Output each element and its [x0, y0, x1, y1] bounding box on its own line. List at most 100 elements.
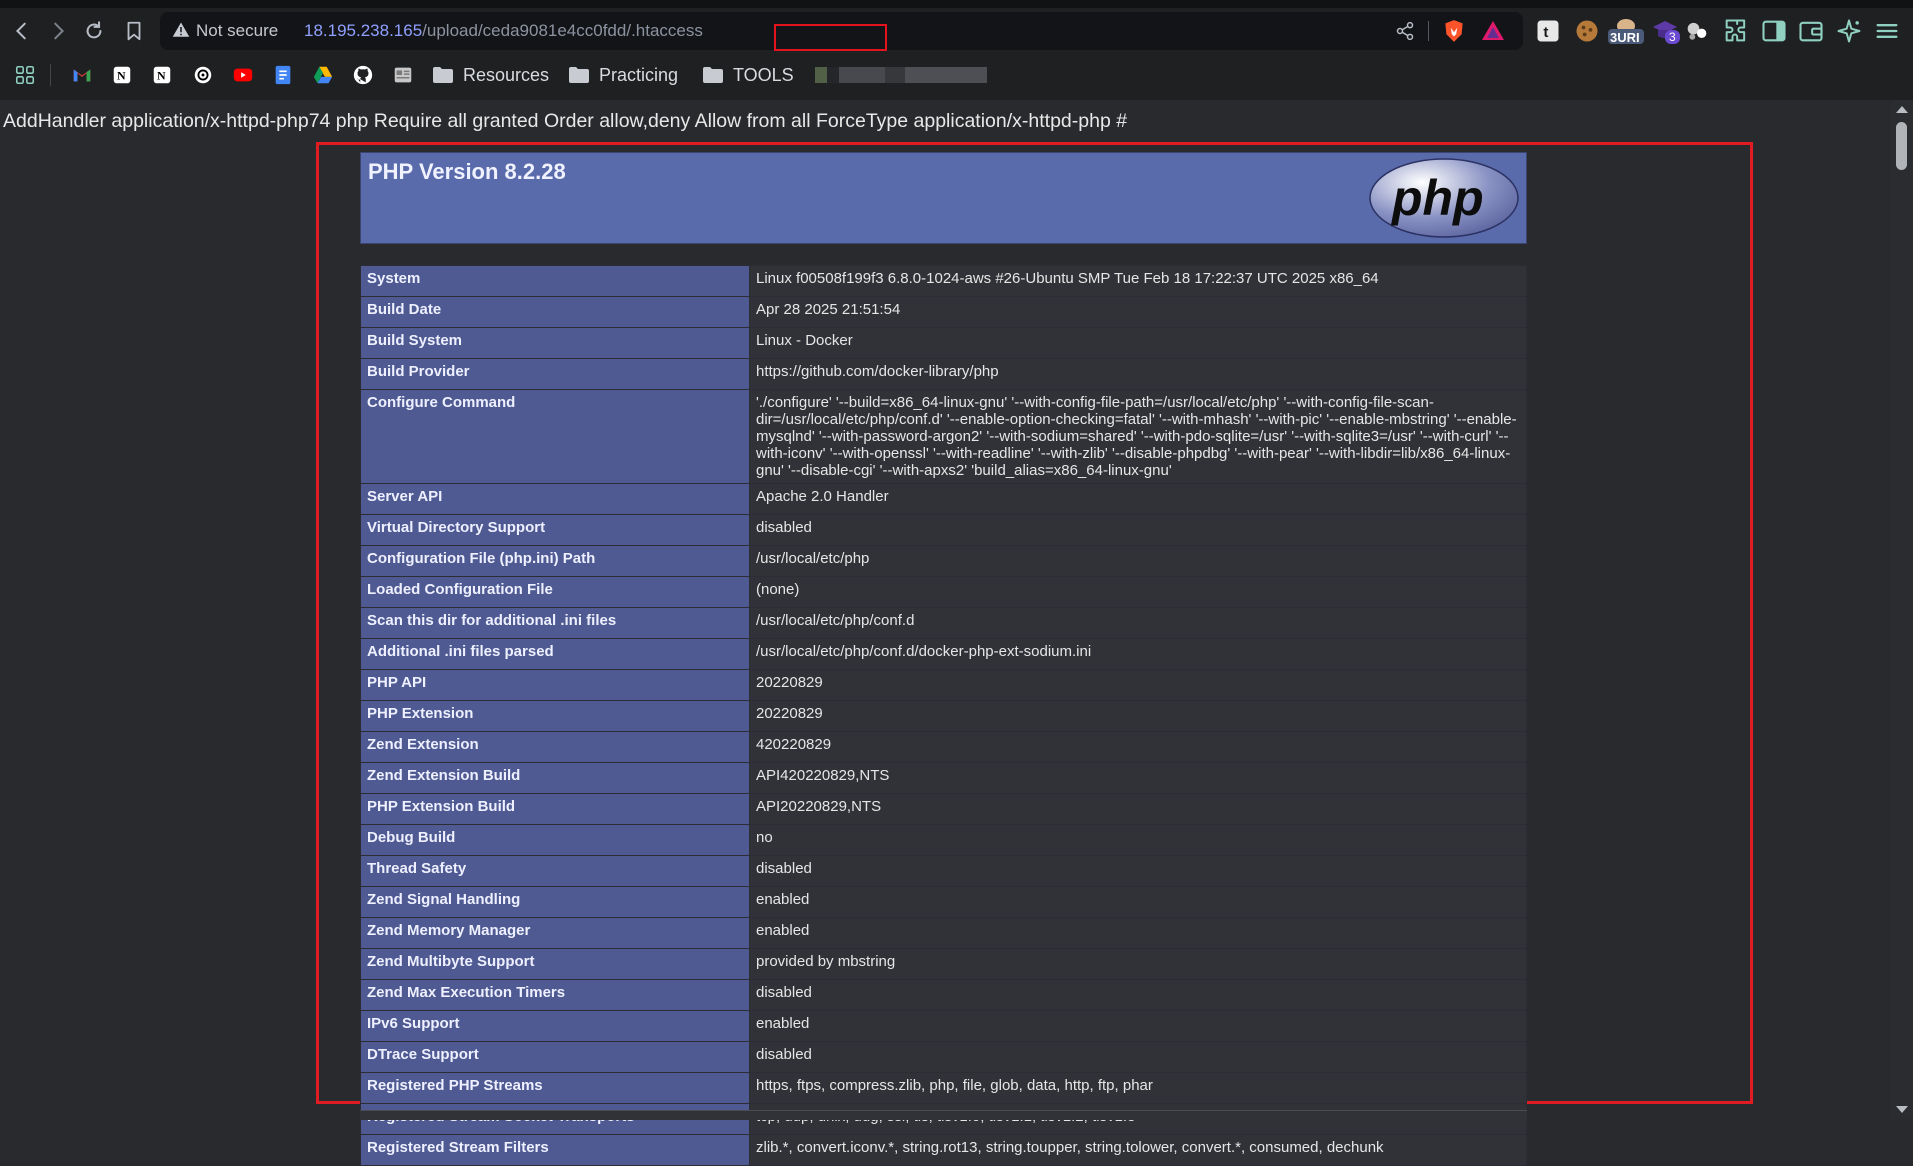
bookmark-folder-practicing[interactable]: Practicing: [569, 62, 678, 88]
menu-icon[interactable]: [1873, 17, 1901, 45]
row-value: API420220829,NTS: [749, 762, 1527, 794]
apps-grid-icon[interactable]: [14, 64, 36, 86]
security-indicator-label[interactable]: Not secure: [196, 21, 278, 41]
row-value: Linux f00508f199f3 6.8.0-1024-aws #26-Ub…: [749, 265, 1527, 297]
bubbles-extension-icon[interactable]: [1683, 17, 1711, 45]
reload-button[interactable]: [78, 15, 110, 47]
docs-icon[interactable]: [272, 64, 294, 86]
page-scrollbar[interactable]: [1891, 100, 1913, 1119]
address-bar[interactable]: Not secure 18.195.238.165/upload/ceda908…: [160, 12, 1523, 51]
row-key: Build System: [360, 327, 750, 359]
row-value: './configure' '--build=x86_64-linux-gnu'…: [749, 389, 1527, 484]
row-key: DTrace Support: [360, 1041, 750, 1073]
row-key: Thread Safety: [360, 855, 750, 887]
wallet-icon[interactable]: [1797, 17, 1825, 45]
warning-icon[interactable]: [172, 21, 190, 39]
scroll-down-arrow-icon[interactable]: [1896, 1106, 1908, 1113]
table-row: Registered Stream Filters zlib.*, convert…: [360, 1134, 1527, 1166]
row-value: /usr/local/etc/php/conf.d/docker-php-ext…: [749, 638, 1527, 670]
row-value: 20220829: [749, 700, 1527, 732]
row-key: Configure Command: [360, 389, 750, 484]
graduation-extension-icon[interactable]: 3: [1651, 17, 1680, 45]
table-row: Additional .ini files parsed/usr/local/e…: [360, 638, 1527, 670]
table-row: DTrace Support disabled: [360, 1041, 1527, 1073]
drive-icon[interactable]: [312, 64, 334, 86]
row-value: no: [749, 824, 1527, 856]
table-row: Thread Safety disabled: [360, 855, 1527, 887]
forward-button[interactable]: [42, 15, 74, 47]
row-key: Registered PHP Streams: [360, 1072, 750, 1104]
table-row: Build Provider https://github.com/docker-…: [360, 358, 1527, 390]
url-path: /upload/ceda9081e4cc0fdd/.htaccess: [422, 21, 703, 40]
row-value: Linux - Docker: [749, 327, 1527, 359]
folder-icon: [569, 67, 589, 83]
scroll-thumb[interactable]: [1896, 122, 1907, 170]
bookmark-button[interactable]: [118, 15, 150, 47]
puzzle-icon[interactable]: [1722, 17, 1750, 45]
github-icon[interactable]: [352, 64, 374, 86]
brave-shields-icon[interactable]: [1441, 18, 1467, 44]
bookmark-folder-resources[interactable]: Resources: [433, 62, 549, 88]
table-row: Loaded Configuration File (none): [360, 576, 1527, 608]
notion-alt-icon[interactable]: N: [151, 64, 173, 86]
row-value: enabled: [749, 886, 1527, 918]
phpinfo-table: System Linux f00508f199f3 6.8.0-1024-aws …: [360, 265, 1527, 1166]
table-row: Zend Extension Build API420220829,NTS: [360, 762, 1527, 794]
table-row: Configuration File (php.ini) Path/usr/lo…: [360, 545, 1527, 577]
sidebar-icon[interactable]: [1760, 17, 1788, 45]
leo-ai-icon[interactable]: [1835, 17, 1863, 45]
row-key: Build Date: [360, 296, 750, 328]
table-row: IPv6 Support enabled: [360, 1010, 1527, 1042]
table-row: PHP Extension Build API20220829,NTS: [360, 793, 1527, 825]
table-row: Zend Signal Handling enabled: [360, 886, 1527, 918]
bookmark-folder-tools[interactable]: TOOLS: [703, 62, 794, 88]
openai-icon[interactable]: [192, 64, 214, 86]
row-value: disabled: [749, 1041, 1527, 1073]
uri-extension-icon[interactable]: 3URI: [1607, 17, 1645, 45]
folder-icon: [703, 67, 723, 83]
gmail-icon[interactable]: [71, 64, 93, 86]
bookmark-icon: [127, 21, 141, 41]
browser-chrome: Not secure 18.195.238.165/upload/ceda908…: [0, 0, 1913, 100]
table-row: PHP Extension 20220829: [360, 700, 1527, 732]
svg-text:N: N: [157, 69, 166, 83]
notion-icon[interactable]: N: [111, 64, 133, 86]
table-row: Registered PHP Streams https, ftps, compr…: [360, 1072, 1527, 1104]
row-key: IPv6 Support: [360, 1010, 750, 1042]
row-key: Additional .ini files parsed: [360, 638, 750, 670]
table-row: Virtual Directory Support disabled: [360, 514, 1527, 546]
blurred-bookmark[interactable]: [815, 67, 987, 83]
extension-icon-1[interactable]: t: [1534, 17, 1562, 45]
url-text[interactable]: 18.195.238.165/upload/ceda9081e4cc0fdd/.…: [304, 21, 887, 51]
row-key: Scan this dir for additional .ini files: [360, 607, 750, 639]
extension-count-badge: 3: [1665, 30, 1680, 44]
row-value: zlib.*, convert.iconv.*, string.rot13, s…: [749, 1134, 1527, 1166]
back-button[interactable]: [6, 15, 38, 47]
php-version-title: PHP Version 8.2.28: [368, 159, 566, 184]
row-value: 420220829: [749, 731, 1527, 763]
bookmark-folder-label: Practicing: [599, 64, 679, 85]
forward-icon: [54, 22, 65, 40]
table-row: Build System Linux - Docker: [360, 327, 1527, 359]
row-key: Virtual Directory Support: [360, 514, 750, 546]
row-key: Zend Extension: [360, 731, 750, 763]
site-icon[interactable]: [392, 64, 414, 86]
row-value: /usr/local/etc/php/conf.d: [749, 607, 1527, 639]
row-value: https://github.com/docker-library/php: [749, 358, 1527, 390]
share-icon[interactable]: [1395, 21, 1415, 41]
svg-text:t: t: [1543, 24, 1548, 41]
youtube-icon[interactable]: [232, 64, 254, 86]
row-value: disabled: [749, 855, 1527, 887]
row-key: Zend Extension Build: [360, 762, 750, 794]
table-row: System Linux f00508f199f3 6.8.0-1024-aws …: [360, 265, 1527, 297]
scroll-up-arrow-icon[interactable]: [1896, 106, 1908, 113]
row-key: Build Provider: [360, 358, 750, 390]
table-row: Configure Command './configure' '--build=…: [360, 389, 1527, 484]
row-key: Registered Stream Filters: [360, 1134, 750, 1166]
table-row: Zend Extension 420220829: [360, 731, 1527, 763]
table-row: Scan this dir for additional .ini files /…: [360, 607, 1527, 639]
svg-text:N: N: [117, 69, 126, 83]
table-row: Zend Multibyte Support provided by mbstri…: [360, 948, 1527, 980]
brave-rewards-icon[interactable]: [1480, 19, 1506, 43]
cookie-extension-icon[interactable]: [1573, 17, 1601, 45]
